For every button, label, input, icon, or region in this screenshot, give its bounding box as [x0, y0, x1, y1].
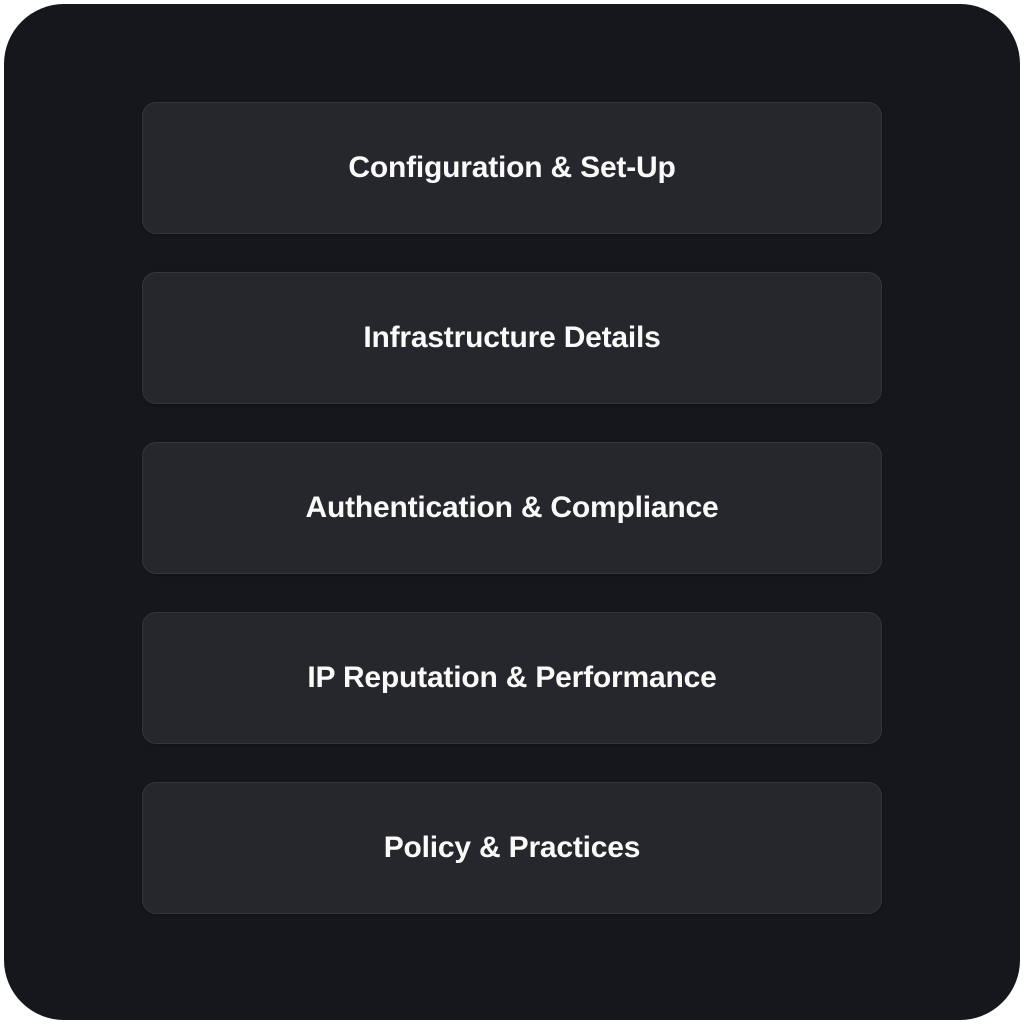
card-label: Policy & Practices — [384, 831, 641, 865]
card-infrastructure-details[interactable]: Infrastructure Details — [142, 272, 882, 404]
card-ip-reputation-performance[interactable]: IP Reputation & Performance — [142, 612, 882, 744]
card-label: Configuration & Set-Up — [348, 151, 675, 185]
card-label: IP Reputation & Performance — [307, 661, 716, 695]
card-label: Authentication & Compliance — [306, 491, 719, 525]
card-policy-practices[interactable]: Policy & Practices — [142, 782, 882, 914]
category-panel: Configuration & Set-Up Infrastructure De… — [4, 4, 1020, 1020]
card-authentication-compliance[interactable]: Authentication & Compliance — [142, 442, 882, 574]
card-label: Infrastructure Details — [363, 321, 660, 355]
card-configuration-setup[interactable]: Configuration & Set-Up — [142, 102, 882, 234]
